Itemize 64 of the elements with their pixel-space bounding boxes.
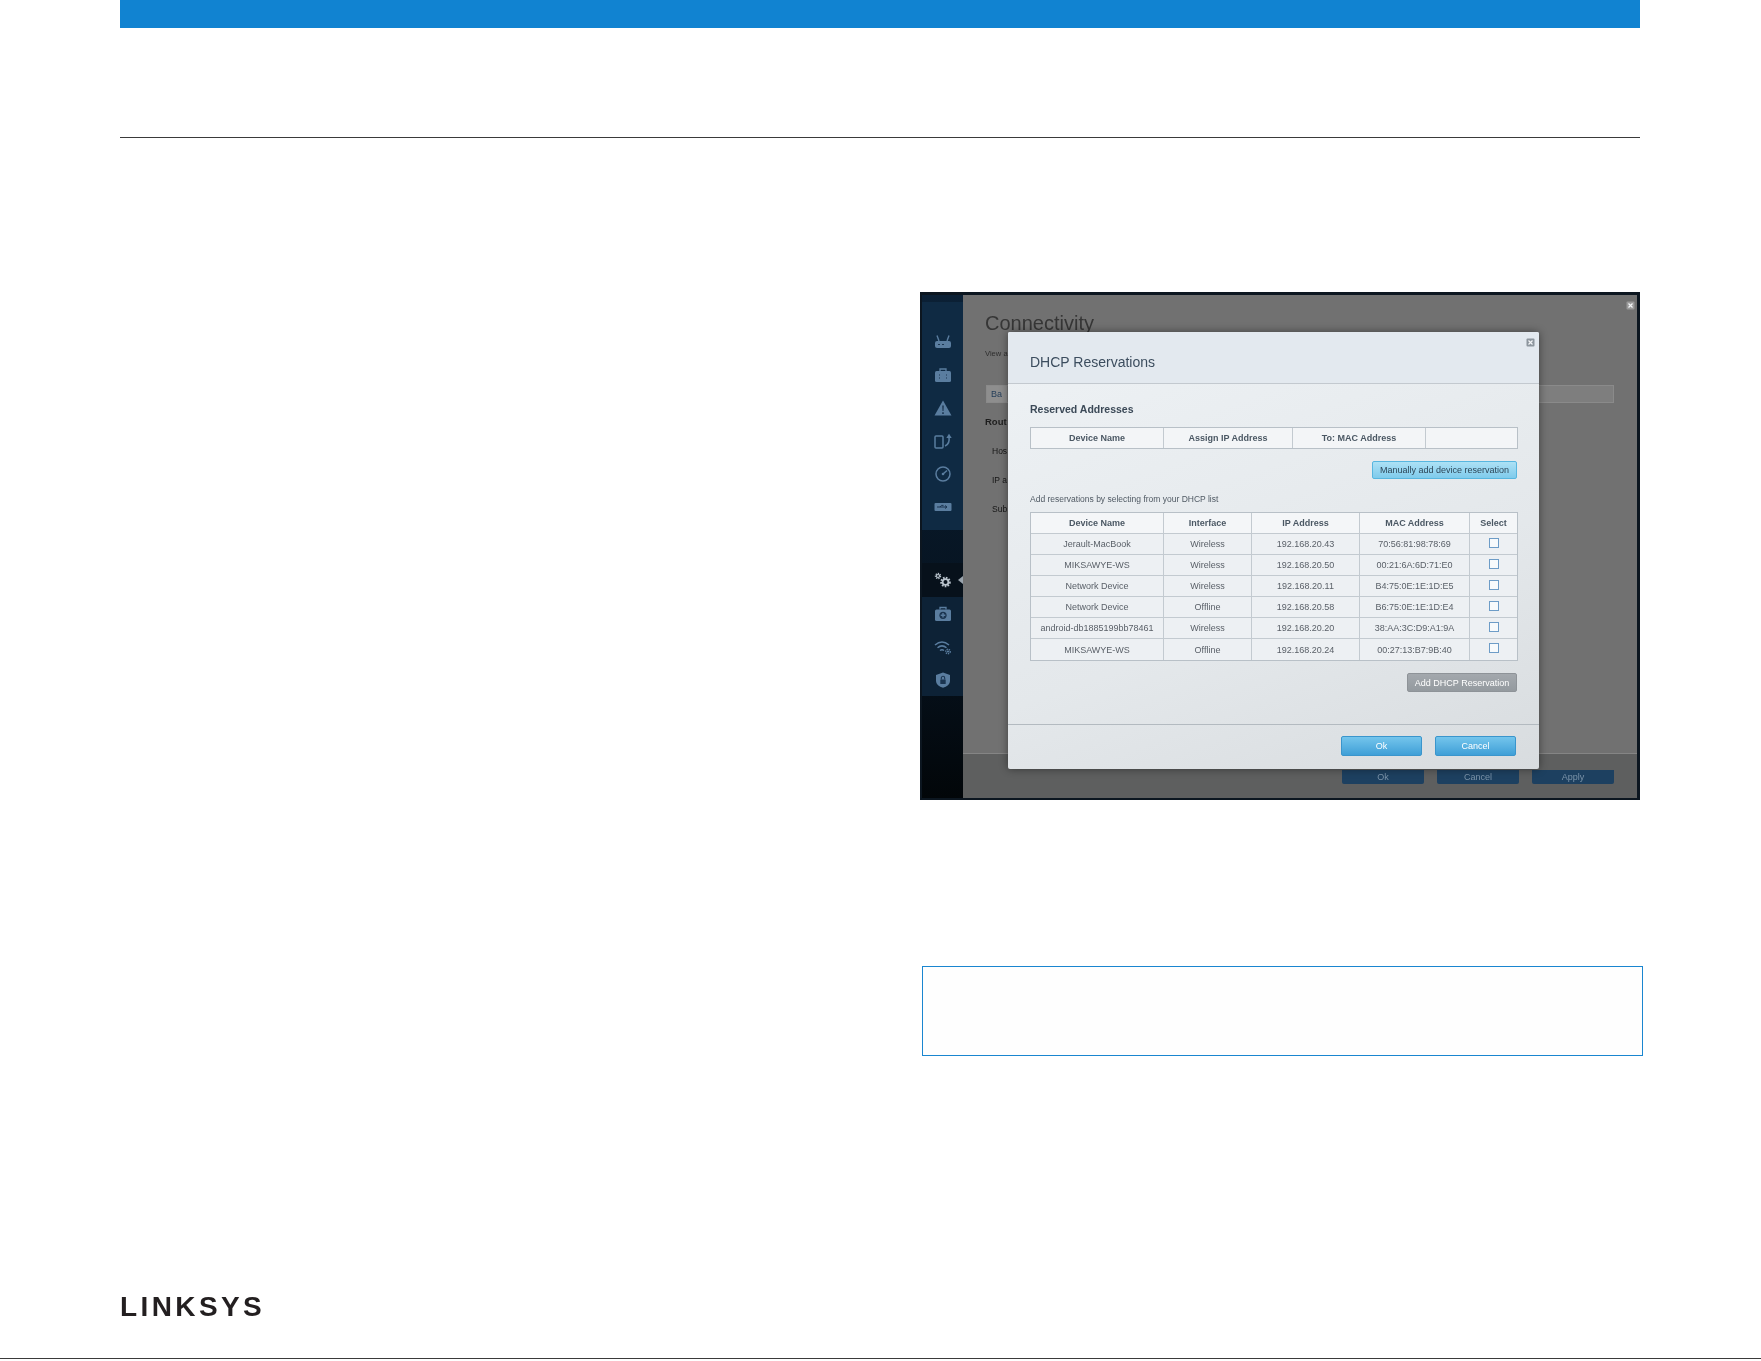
dialog-title: DHCP Reservations: [1030, 354, 1155, 370]
checkbox[interactable]: [1488, 579, 1499, 590]
section-title: Rout: [985, 416, 1007, 428]
checkbox[interactable]: [1488, 558, 1499, 569]
hint-text: Add reservations by selecting from your DHCP list: [1030, 494, 1220, 504]
table-cell: Wireless: [1164, 576, 1252, 597]
table-cell: Wireless: [1164, 534, 1252, 555]
ok-button[interactable]: Ok: [1342, 770, 1424, 784]
column-header: Select: [1470, 513, 1517, 534]
field-label: Sub: [992, 504, 1008, 514]
column-header: IP Address: [1252, 513, 1360, 534]
table-cell: MIKSAWYE-WS: [1031, 555, 1164, 576]
table-cell: 00:21:6A:6D:71:E0: [1360, 555, 1470, 576]
field-label: IP a: [992, 475, 1007, 485]
table-cell: MIKSAWYE-WS: [1031, 639, 1164, 660]
section-heading: Reserved Addresses: [1030, 403, 1135, 415]
checkbox[interactable]: [1488, 621, 1499, 632]
close-icon[interactable]: [1626, 301, 1635, 310]
pointer-icon: [958, 576, 963, 584]
ok-button[interactable]: Ok: [1341, 736, 1422, 756]
table-cell: 70:56:81:98:78:69: [1360, 534, 1470, 555]
manual-add-button[interactable]: Manually add device reservation: [1372, 461, 1517, 479]
table-cell: Jerault-MacBook: [1031, 534, 1164, 555]
device-arrow-icon: [934, 432, 952, 449]
table-cell: Wireless: [1164, 618, 1252, 639]
apply-button[interactable]: Apply: [1532, 770, 1614, 784]
gears-icon: [934, 572, 952, 588]
checkbox[interactable]: [1488, 537, 1499, 548]
checkbox[interactable]: [1488, 600, 1499, 611]
table-cell: B6:75:0E:1E:1D:E4: [1360, 597, 1470, 618]
close-icon[interactable]: [1526, 338, 1535, 347]
table-cell: 192.168.20.24: [1252, 639, 1360, 660]
column-header: Interface: [1164, 513, 1252, 534]
table-cell: Wireless: [1164, 555, 1252, 576]
warning-icon: [934, 399, 952, 416]
table-cell: 192.168.20.43: [1252, 534, 1360, 555]
router-icon: [934, 333, 952, 350]
column-header: MAC Address: [1360, 513, 1470, 534]
shield-lock-icon: [934, 671, 952, 688]
case-icon: [934, 366, 952, 383]
table-cell: Offline: [1164, 597, 1252, 618]
first-aid-kit-icon: [934, 605, 952, 622]
field-label: Hos: [992, 446, 1008, 456]
table-cell: android-db1885199bb78461: [1031, 618, 1164, 639]
table-cell: 192.168.20.50: [1252, 555, 1360, 576]
cancel-button[interactable]: Cancel: [1437, 770, 1519, 784]
table-cell: 192.168.20.58: [1252, 597, 1360, 618]
table-cell: 00:27:13:B7:9B:40: [1360, 639, 1470, 660]
brand-logo: LINKSYS: [120, 1293, 266, 1321]
sidebar-item[interactable]: [922, 563, 963, 597]
table-cell: 192.168.20.11: [1252, 576, 1360, 597]
table-cell: Network Device: [1031, 597, 1164, 618]
gauge-icon: [934, 465, 952, 482]
cancel-button[interactable]: Cancel: [1435, 736, 1516, 756]
table-cell: B4:75:0E:1E:1D:E5: [1360, 576, 1470, 597]
page-title: Connectivity: [985, 314, 1094, 332]
column-header: Device Name: [1031, 513, 1164, 534]
wifi-gear-icon: [934, 638, 952, 655]
checkbox[interactable]: [1488, 643, 1499, 653]
table-cell: 192.168.20.20: [1252, 618, 1360, 639]
table-cell: Offline: [1164, 639, 1252, 660]
tab[interactable]: Ba: [987, 386, 1007, 402]
table-cell: 38:AA:3C:D9:A1:9A: [1360, 618, 1470, 639]
table-cell: Network Device: [1031, 576, 1164, 597]
